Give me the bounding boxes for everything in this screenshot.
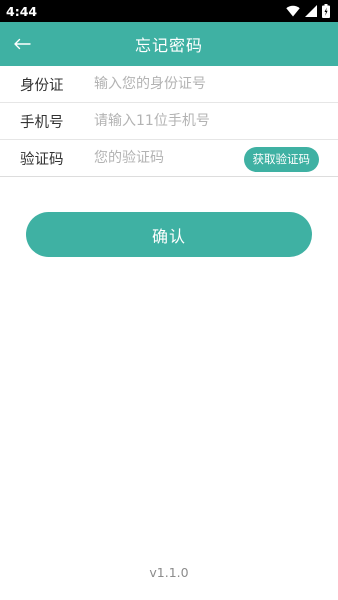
phone-row: 手机号 xyxy=(0,103,338,140)
code-label: 验证码 xyxy=(20,151,64,168)
cell-signal-icon xyxy=(305,5,317,17)
back-button[interactable] xyxy=(8,30,36,58)
phone-label: 手机号 xyxy=(20,114,64,131)
reset-password-form: 身份证 手机号 验证码 获取验证码 xyxy=(0,66,338,177)
battery-charging-icon xyxy=(322,4,330,18)
code-row: 验证码 获取验证码 xyxy=(0,140,338,177)
confirm-button[interactable]: 确认 xyxy=(26,212,312,257)
get-code-button[interactable]: 获取验证码 xyxy=(243,147,319,172)
status-bar: 4:44 xyxy=(0,0,338,22)
phone-input[interactable] xyxy=(82,103,338,139)
status-icons xyxy=(286,4,330,18)
id-card-label: 身份证 xyxy=(20,77,64,94)
page-title: 忘记密码 xyxy=(134,36,203,55)
version-label: v1.1.0 xyxy=(149,565,189,580)
wifi-icon xyxy=(286,5,300,17)
status-time: 4:44 xyxy=(6,3,38,19)
arrow-left-icon xyxy=(13,35,31,54)
id-card-row: 身份证 xyxy=(0,66,338,103)
app-bar: 忘记密码 xyxy=(0,22,338,66)
id-card-input[interactable] xyxy=(82,66,338,102)
